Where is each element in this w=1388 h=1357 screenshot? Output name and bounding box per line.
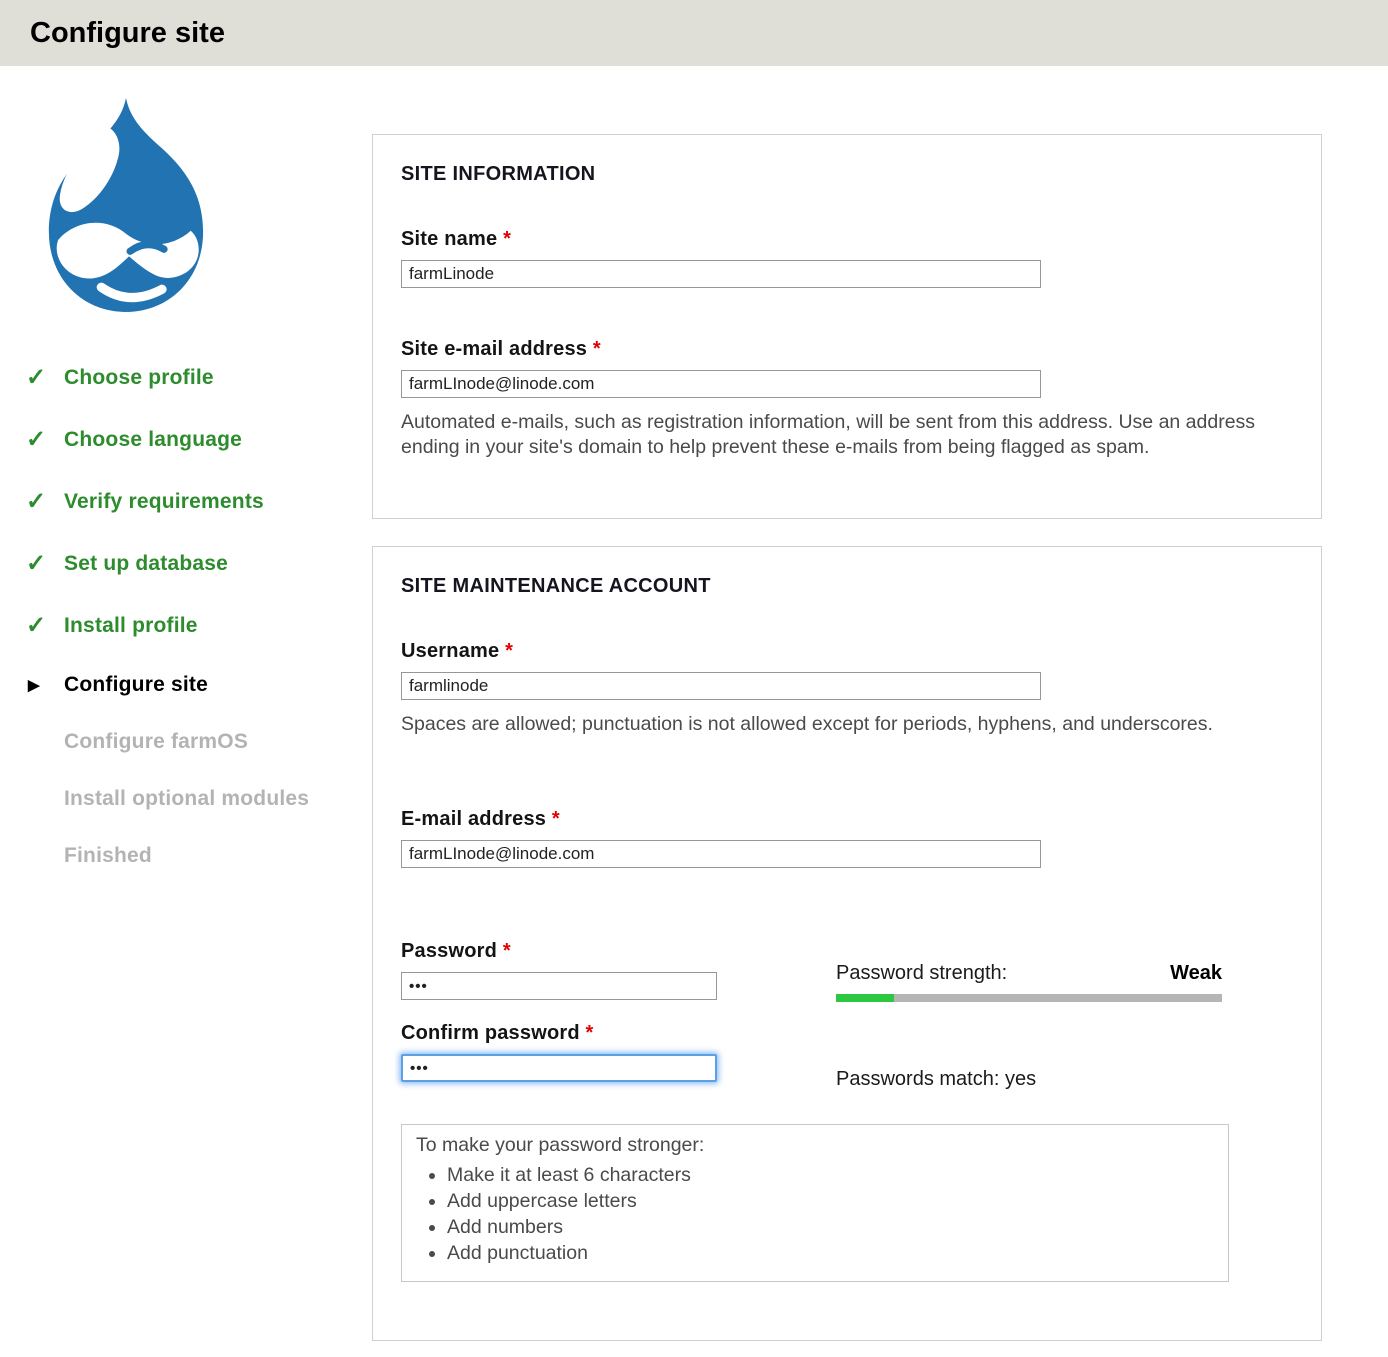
site-information-panel: SITE INFORMATION Site name * Site e-mail… (372, 134, 1322, 519)
site-maintenance-account-panel: SITE MAINTENANCE ACCOUNT Username * Spac… (372, 546, 1322, 1342)
required-asterisk: * (505, 640, 513, 662)
confirm-password-form-item: Confirm password * (401, 1022, 836, 1091)
password-tips-box: To make your password stronger: Make it … (401, 1124, 1229, 1282)
site-information-heading: SITE INFORMATION (401, 163, 1293, 186)
sidebar-step-set-up-database: ✓ Set up database (26, 549, 372, 578)
password-tip: Add uppercase letters (447, 1190, 1214, 1213)
password-tip: Add punctuation (447, 1242, 1214, 1265)
password-form-item: Password * (401, 940, 836, 1002)
install-sidebar: ✓ Choose profile ✓ Choose language ✓ Ver… (0, 66, 372, 1341)
active-step-arrow-icon: ▶ (26, 676, 52, 694)
password-strength-fill (836, 994, 894, 1002)
confirm-password-row: Confirm password * Passwords match: yes (401, 1022, 1293, 1091)
required-asterisk: * (503, 228, 511, 250)
check-icon: ✓ (26, 549, 52, 578)
password-input[interactable] (401, 972, 717, 1000)
site-maintenance-account-heading: SITE MAINTENANCE ACCOUNT (401, 575, 1293, 598)
sidebar-step-choose-profile: ✓ Choose profile (26, 363, 372, 392)
required-asterisk: * (552, 808, 560, 830)
sidebar-step-install-optional-modules: Install optional modules (26, 787, 372, 811)
account-email-form-item: E-mail address * (401, 808, 1293, 868)
account-email-input[interactable] (401, 840, 1041, 868)
configure-site-form: SITE INFORMATION Site name * Site e-mail… (372, 66, 1322, 1341)
password-strength-bar (836, 994, 1222, 1002)
sidebar-step-verify-requirements: ✓ Verify requirements (26, 487, 372, 516)
username-label: Username * (401, 640, 1293, 663)
password-tips-intro: To make your password stronger: (416, 1134, 1214, 1157)
username-form-item: Username * Spaces are allowed; punctuati… (401, 640, 1293, 737)
sidebar-step-finished: Finished (26, 844, 372, 868)
password-tip: Add numbers (447, 1216, 1214, 1239)
site-email-label: Site e-mail address * (401, 338, 1293, 361)
site-email-input[interactable] (401, 370, 1041, 398)
site-email-description: Automated e-mails, such as registration … (401, 410, 1293, 460)
check-icon: ✓ (26, 611, 52, 640)
password-label: Password * (401, 940, 836, 963)
site-email-form-item: Site e-mail address * Automated e-mails,… (401, 338, 1293, 460)
password-strength-label: Password strength: (836, 962, 1007, 985)
required-asterisk: * (503, 940, 511, 962)
site-name-label: Site name * (401, 228, 1293, 251)
check-icon: ✓ (26, 425, 52, 454)
confirm-password-input[interactable] (401, 1054, 717, 1082)
sidebar-step-configure-site: ▶ Configure site (26, 673, 372, 697)
password-tips-list: Make it at least 6 characters Add upperc… (416, 1164, 1214, 1265)
page-title: Configure site (30, 17, 225, 50)
drupal-droplet-icon (22, 96, 230, 314)
password-tip: Make it at least 6 characters (447, 1164, 1214, 1187)
username-description: Spaces are allowed; punctuation is not a… (401, 712, 1293, 737)
sidebar-step-install-profile: ✓ Install profile (26, 611, 372, 640)
required-asterisk: * (593, 338, 601, 360)
drupal-logo (22, 96, 372, 319)
site-name-form-item: Site name * (401, 228, 1293, 288)
sidebar-step-choose-language: ✓ Choose language (26, 425, 372, 454)
passwords-match-status: Passwords match: yes (836, 1022, 1036, 1091)
password-strength-indicator: Password strength: Weak (836, 940, 1222, 1002)
password-row: Password * Password strength: Weak (401, 940, 1293, 1002)
site-name-input[interactable] (401, 260, 1041, 288)
check-icon: ✓ (26, 487, 52, 516)
page-header: Configure site (0, 0, 1388, 66)
install-task-list: ✓ Choose profile ✓ Choose language ✓ Ver… (26, 363, 372, 868)
required-asterisk: * (586, 1022, 594, 1044)
username-input[interactable] (401, 672, 1041, 700)
confirm-password-label: Confirm password * (401, 1022, 836, 1045)
sidebar-step-configure-farmos: Configure farmOS (26, 730, 372, 754)
account-email-label: E-mail address * (401, 808, 1293, 831)
password-strength-level: Weak (1170, 962, 1222, 985)
check-icon: ✓ (26, 363, 52, 392)
